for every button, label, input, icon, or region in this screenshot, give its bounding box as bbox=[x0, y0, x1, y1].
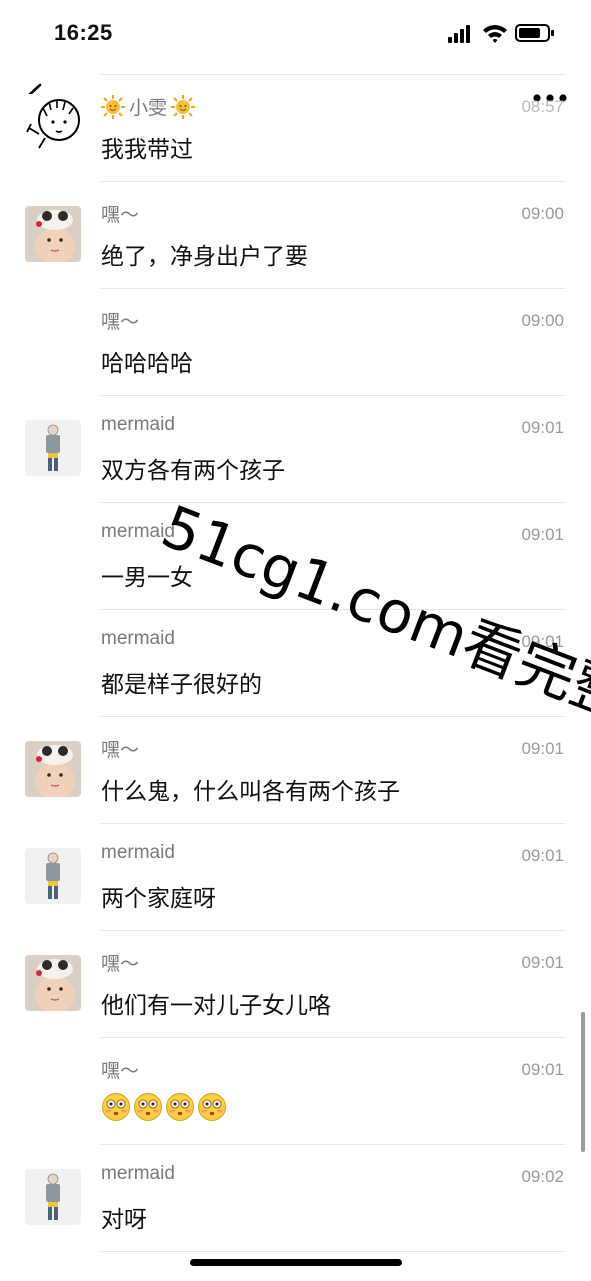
avatar[interactable] bbox=[25, 1169, 81, 1225]
flushed-face-emoji bbox=[166, 1093, 194, 1121]
avatar[interactable] bbox=[25, 955, 81, 1011]
message-text[interactable]: 我我带过 bbox=[101, 130, 193, 164]
message-text[interactable]: 什么鬼，什么叫各有两个孩子 bbox=[101, 772, 400, 806]
avatar[interactable] bbox=[25, 848, 81, 904]
status-bar: 16:25 bbox=[0, 0, 591, 72]
message-row[interactable]: 嘿～ 09:00 绝了，净身出户了要 bbox=[0, 181, 591, 288]
message-time: 09:01 bbox=[521, 953, 564, 972]
separator bbox=[101, 1251, 565, 1252]
message-time: 09:01 bbox=[521, 525, 564, 544]
message-row[interactable]: mermaid 09:02 对呀 bbox=[0, 1144, 591, 1251]
separator bbox=[101, 1037, 565, 1038]
sender-name: mermaid bbox=[101, 414, 175, 435]
flushed-face-emoji bbox=[102, 1093, 130, 1121]
message-time: 09:00 bbox=[521, 204, 564, 223]
message-row[interactable]: mermaid 09:01 双方各有两个孩子 bbox=[0, 395, 591, 502]
message-time: 09:01 bbox=[521, 846, 564, 865]
message-time: 09:01 bbox=[521, 1060, 564, 1079]
sender-name: 嘿～ bbox=[101, 1061, 140, 1082]
avatar[interactable] bbox=[25, 741, 81, 797]
sender-name: 嘿～ bbox=[101, 312, 140, 333]
separator bbox=[101, 930, 565, 931]
home-indicator[interactable] bbox=[190, 1259, 402, 1266]
separator bbox=[101, 1144, 565, 1145]
message-row[interactable]: 小雯 08:57 我我带过 bbox=[0, 74, 591, 181]
message-row[interactable]: 嘿～ 09:01 什么鬼，什么叫各有两个孩子 bbox=[0, 716, 591, 823]
message-time: 09:01 bbox=[521, 739, 564, 758]
sender-name-text: 小雯 bbox=[129, 98, 168, 119]
message-row[interactable]: 嘿～ 09:01 bbox=[0, 1037, 591, 1144]
message-time: 08:57 bbox=[521, 97, 564, 116]
sender-name: 嘿～ bbox=[101, 954, 140, 975]
separator bbox=[101, 181, 565, 182]
message-row-partial bbox=[0, 1251, 591, 1281]
message-time: 09:01 bbox=[521, 418, 564, 437]
message-text[interactable]: 对呀 bbox=[101, 1200, 147, 1234]
flushed-face-emoji bbox=[198, 1093, 226, 1121]
message-text[interactable]: 双方各有两个孩子 bbox=[101, 451, 285, 485]
message-time: 09:02 bbox=[521, 1167, 564, 1186]
avatar[interactable] bbox=[25, 206, 81, 262]
message-text[interactable]: 哈哈哈哈 bbox=[101, 344, 193, 378]
sender-name: 小雯 bbox=[101, 93, 196, 120]
sender-name: mermaid bbox=[101, 842, 175, 863]
cellular-signal-icon bbox=[448, 25, 470, 43]
scrollbar-thumb[interactable] bbox=[581, 1012, 585, 1152]
message-text[interactable]: 他们有一对儿子女儿咯 bbox=[101, 986, 331, 1020]
status-time: 16:25 bbox=[54, 20, 113, 45]
separator bbox=[101, 823, 565, 824]
avatar[interactable] bbox=[25, 420, 81, 476]
message-row[interactable]: mermaid 09:01 两个家庭呀 bbox=[0, 823, 591, 930]
separator bbox=[101, 716, 565, 717]
message-row[interactable]: 嘿～ 09:01 他们有一对儿子女儿咯 bbox=[0, 930, 591, 1037]
separator bbox=[101, 395, 565, 396]
message-time: 09:00 bbox=[521, 311, 564, 330]
separator bbox=[101, 74, 565, 75]
sender-name: mermaid bbox=[101, 1163, 175, 1184]
message-text[interactable]: 都是样子很好的 bbox=[101, 665, 262, 699]
separator bbox=[101, 502, 565, 503]
separator bbox=[101, 288, 565, 289]
sender-name: 嘿～ bbox=[101, 205, 140, 226]
avatar[interactable] bbox=[25, 94, 81, 150]
message-text[interactable]: 绝了，净身出户了要 bbox=[101, 237, 308, 271]
wifi-icon bbox=[483, 25, 507, 43]
message-text[interactable]: 两个家庭呀 bbox=[101, 879, 216, 913]
sun-emoji-icon bbox=[101, 94, 125, 119]
flushed-face-emoji bbox=[134, 1093, 162, 1121]
message-row[interactable]: 嘿～ 09:00 哈哈哈哈 bbox=[0, 288, 591, 395]
sender-name: 嘿～ bbox=[101, 740, 140, 761]
battery-icon bbox=[515, 24, 554, 42]
sender-name: mermaid bbox=[101, 628, 175, 649]
sun-emoji-icon bbox=[171, 94, 196, 119]
message-emoji-group[interactable] bbox=[101, 1092, 227, 1122]
